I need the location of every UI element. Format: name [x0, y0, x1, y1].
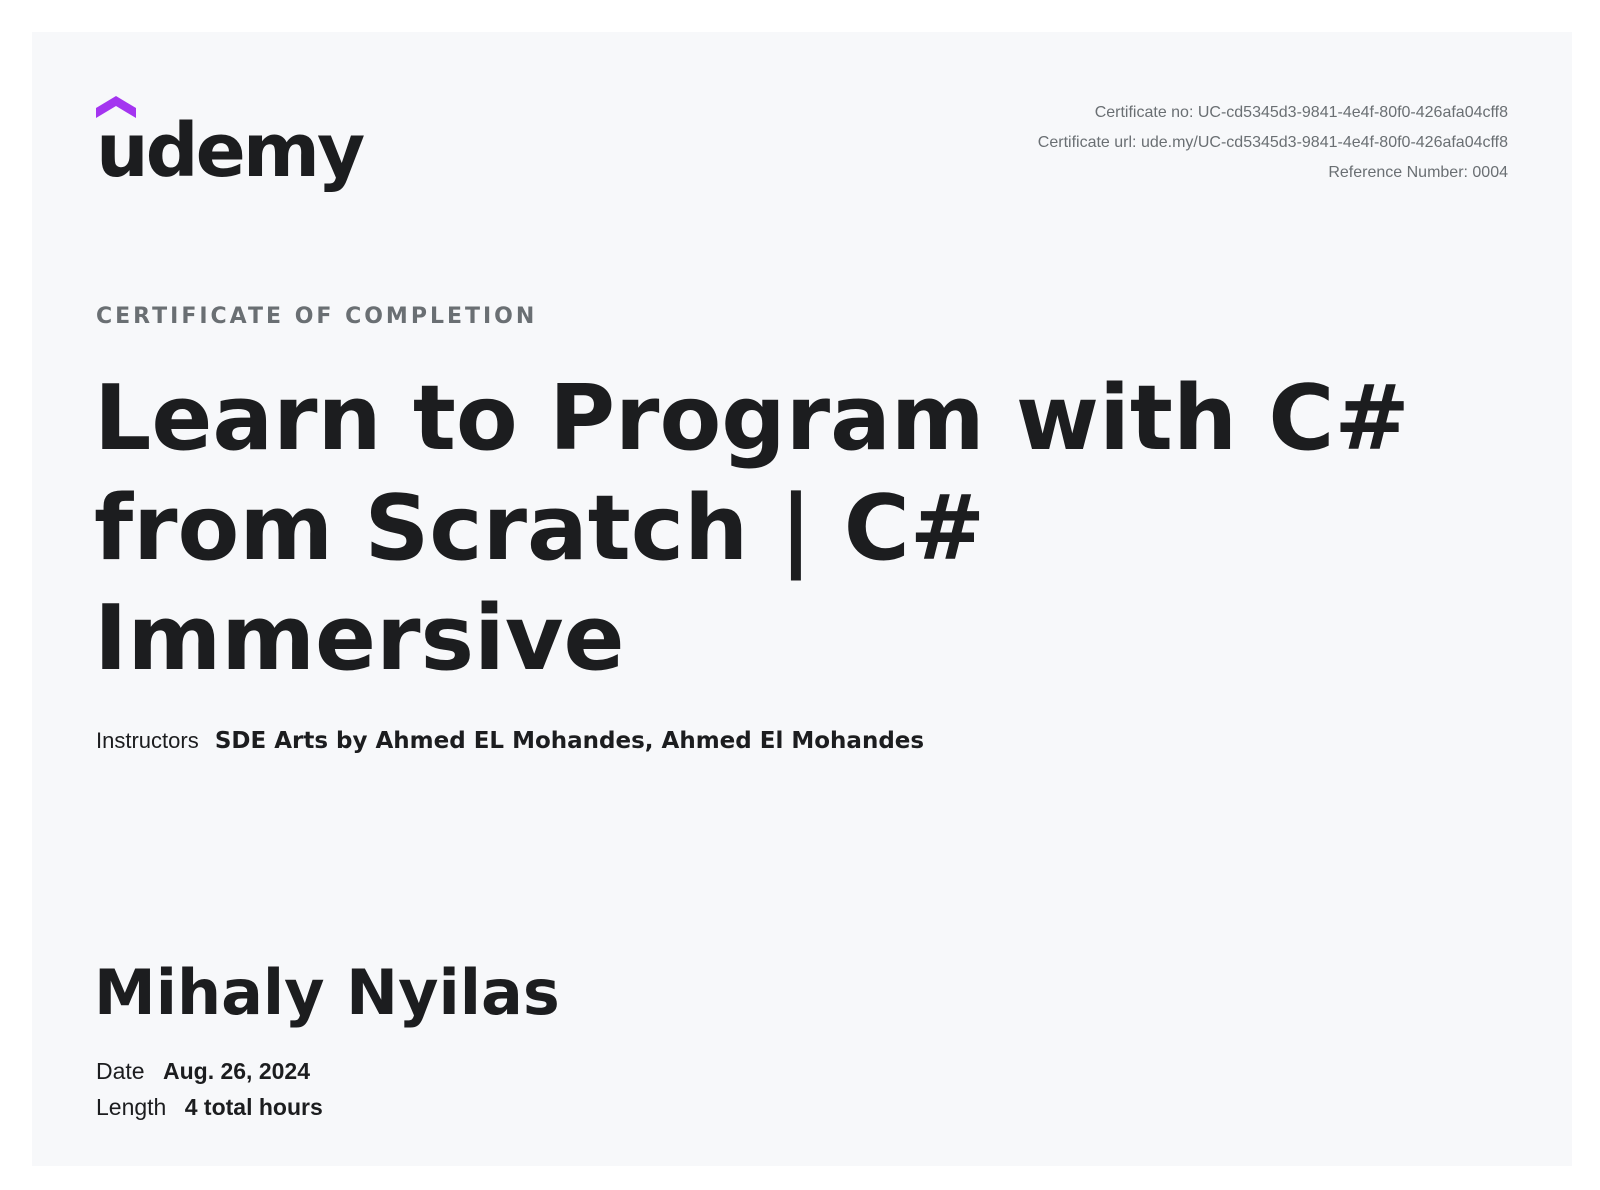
date-row: Date Aug. 26, 2024	[96, 1058, 310, 1085]
course-title: Learn to Program with C# from Scratch | …	[94, 366, 1410, 691]
length-value: 4 total hours	[184, 1094, 323, 1120]
date-value: Aug. 26, 2024	[162, 1058, 311, 1084]
udemy-logo: udemy	[96, 96, 376, 196]
certificate-url: Certificate url: ude.my/UC-cd5345d3-9841…	[1037, 134, 1508, 151]
recipient-name: Mihaly Nyilas	[94, 956, 560, 1029]
certificate-meta: Certificate no: UC-cd5345d3-9841-4e4f-80…	[1038, 98, 1508, 188]
instructors-names: SDE Arts by Ahmed EL Mohandes, Ahmed El …	[214, 728, 925, 754]
certificate-page: udemy Certificate no: UC-cd5345d3-9841-4…	[32, 32, 1572, 1166]
reference-number: Reference Number: 0004	[1328, 164, 1508, 181]
logo-wordmark: udemy	[96, 108, 365, 194]
certificate-number: Certificate no: UC-cd5345d3-9841-4e4f-80…	[1094, 104, 1508, 121]
length-label: Length	[96, 1094, 167, 1120]
certificate-heading: CERTIFICATE OF COMPLETION	[96, 304, 538, 329]
instructors-label: Instructors	[96, 728, 199, 753]
instructors-row: Instructors SDE Arts by Ahmed EL Mohande…	[96, 728, 924, 754]
date-label: Date	[96, 1058, 145, 1084]
length-row: Length 4 total hours	[96, 1094, 323, 1121]
